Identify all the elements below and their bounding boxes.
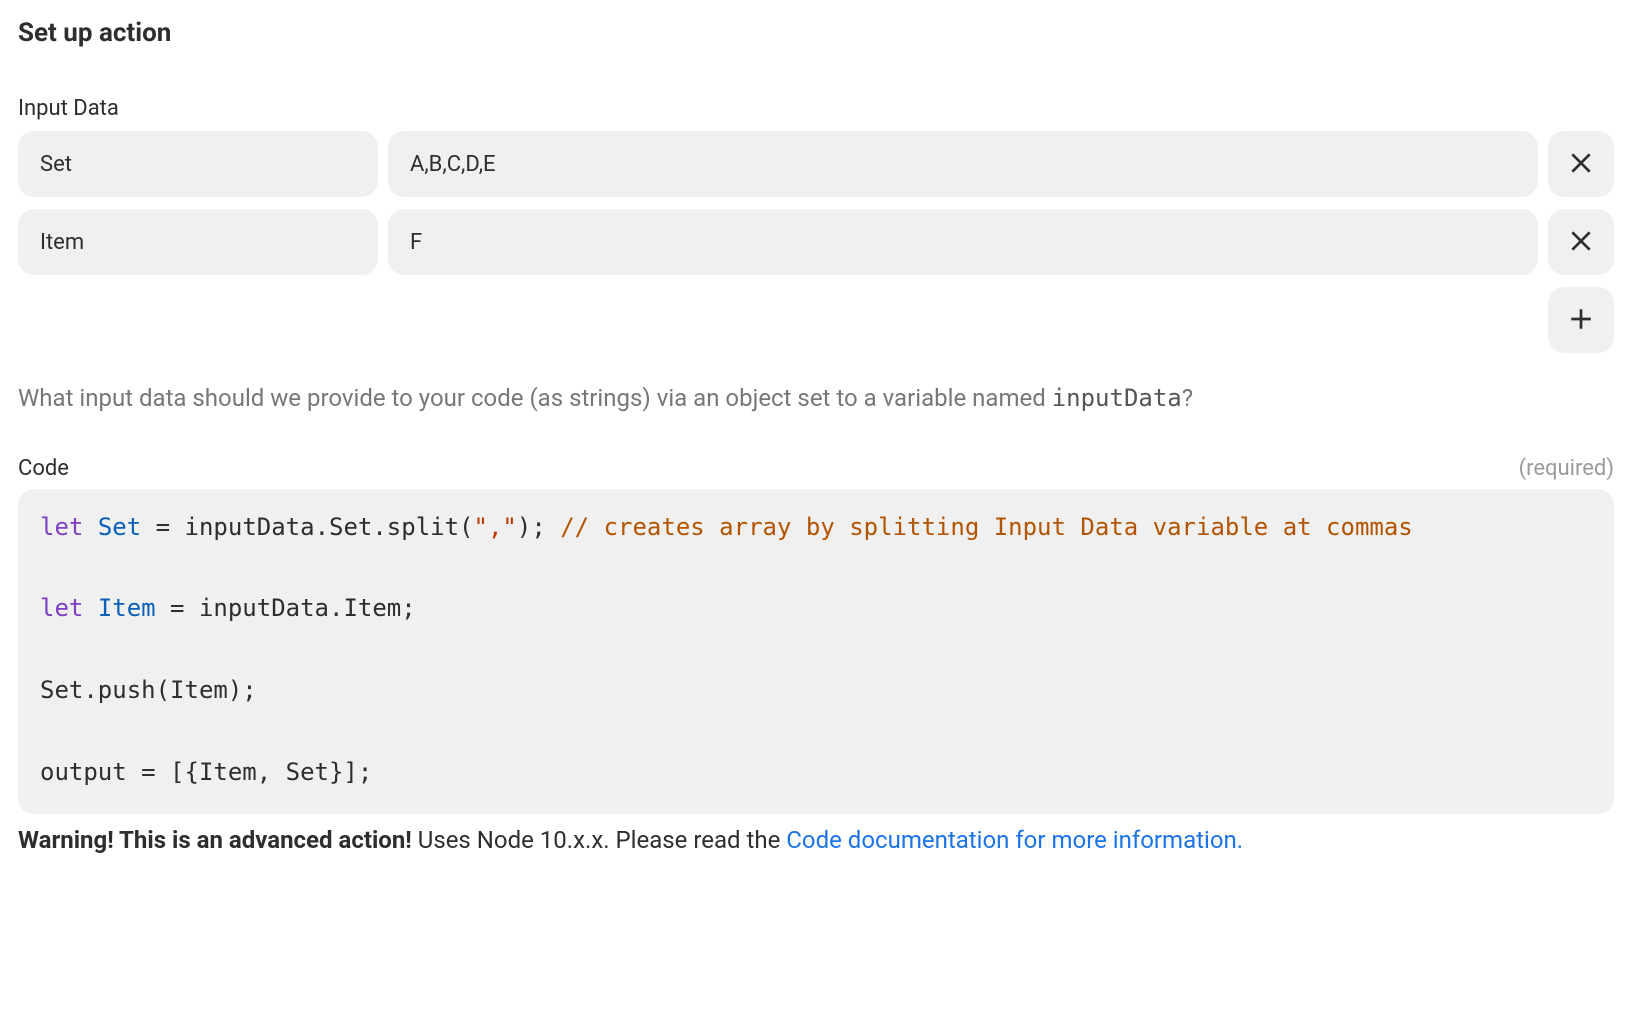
remove-row-button[interactable] (1548, 209, 1614, 275)
input-row: Item F (18, 209, 1614, 275)
close-icon (1568, 228, 1594, 257)
input-data-help: What input data should we provide to you… (18, 381, 1614, 416)
code-docs-link[interactable]: Code documentation for more information. (786, 826, 1243, 854)
input-value-field[interactable]: A,B,C,D,E (388, 131, 1538, 197)
input-value-field[interactable]: F (388, 209, 1538, 275)
code-editor[interactable]: let Set = inputData.Set.split(","); // c… (18, 489, 1614, 815)
input-row: Set A,B,C,D,E (18, 131, 1614, 197)
page-title: Set up action (18, 18, 1614, 48)
close-icon (1568, 150, 1594, 179)
input-data-rows: Set A,B,C,D,E Item F (18, 131, 1614, 275)
code-label: Code (18, 456, 69, 481)
inline-code: inputData (1052, 384, 1182, 412)
required-label: (required) (1519, 456, 1614, 481)
input-key-field[interactable]: Item (18, 209, 378, 275)
remove-row-button[interactable] (1548, 131, 1614, 197)
add-row-button[interactable] (1548, 287, 1614, 353)
plus-icon (1568, 306, 1594, 335)
warning-text: Warning! This is an advanced action! Use… (18, 826, 1614, 854)
input-key-field[interactable]: Set (18, 131, 378, 197)
input-data-label: Input Data (18, 96, 1614, 121)
